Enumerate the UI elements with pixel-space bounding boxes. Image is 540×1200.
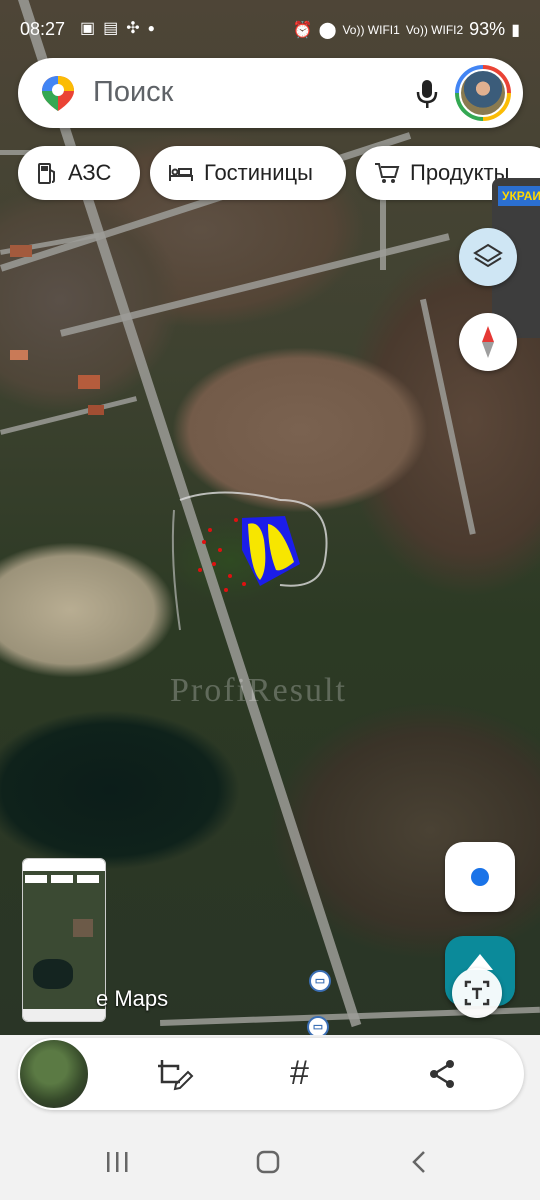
location-dot-icon [471, 868, 489, 886]
bus-stop-icon[interactable]: ▭ [309, 970, 331, 992]
text-scan-button[interactable] [452, 968, 502, 1018]
watermark: ProfiResult [170, 672, 347, 709]
battery-icon: ▮ [511, 21, 520, 39]
search-input[interactable]: Поиск [93, 76, 173, 109]
selected-parcel-overlay [171, 491, 328, 631]
layers-button[interactable] [459, 228, 517, 286]
compass-icon [482, 326, 494, 358]
wifi2-label: Vo)) WIFI2 [405, 22, 464, 37]
app-icon: ▤ [103, 20, 119, 37]
microphone-icon[interactable] [415, 78, 439, 110]
chip-gas-stations[interactable]: АЗС [18, 146, 140, 200]
chip-label: Гостиницы [204, 160, 313, 185]
account-avatar[interactable] [455, 65, 511, 121]
layers-icon [473, 243, 503, 268]
dot-icon: ● [147, 21, 155, 35]
image-icon: ▣ [80, 20, 96, 37]
gas-station-icon [38, 163, 55, 184]
location-icon: ⬤ [318, 21, 337, 39]
panel-label: УКРАИ [498, 186, 540, 206]
hashtag-icon[interactable]: # [290, 1056, 309, 1090]
wifi1-label: Vo)) WIFI1 [342, 22, 400, 37]
back-icon[interactable] [406, 1148, 434, 1176]
recent-apps-icon[interactable] [104, 1148, 132, 1176]
chip-label: АЗС [68, 160, 112, 185]
search-bar[interactable]: Поиск [18, 58, 523, 128]
map-screenshot-thumbnail[interactable] [22, 858, 106, 1022]
compass-button[interactable] [459, 313, 517, 371]
maps-pin-icon [42, 76, 74, 111]
battery-level: 93% [469, 19, 506, 39]
share-icon[interactable] [426, 1058, 458, 1090]
home-icon[interactable] [254, 1148, 282, 1176]
text-scan-icon [464, 980, 490, 1006]
screenshot-preview[interactable] [18, 1038, 90, 1110]
status-bar: 08:27 ▣ ▤ ✣ ● ⏰ ⬤ Vo)) WIFI1 Vo)) WIFI2 … [0, 0, 540, 58]
maps-label: e Maps [96, 986, 169, 1011]
alarm-icon: ⏰ [292, 21, 313, 39]
cart-icon [375, 163, 400, 183]
status-time: 08:27 [20, 19, 66, 39]
pinwheel-icon: ✣ [126, 20, 140, 37]
screenshot-toolbar: # [18, 1038, 524, 1110]
my-location-button[interactable] [445, 842, 515, 912]
bed-icon [169, 165, 193, 181]
chip-hotels[interactable]: Гостиницы [150, 146, 346, 200]
crop-edit-icon[interactable] [156, 1058, 194, 1092]
